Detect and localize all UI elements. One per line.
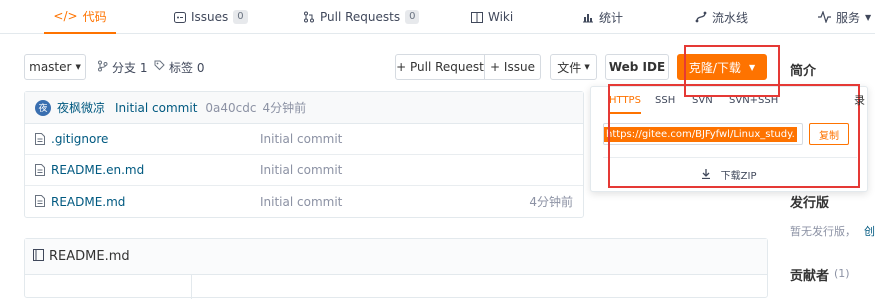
- contributors-count: (1): [834, 267, 850, 280]
- wiki-icon: [470, 11, 483, 24]
- commit-time: 4分钟前: [262, 101, 307, 115]
- branches-link[interactable]: 分支 1: [97, 54, 147, 80]
- latest-commit-bar: 夜 夜枫微凉 Initial commit 0a40cdc 4分钟前: [25, 92, 583, 124]
- file-name[interactable]: README.md: [51, 195, 125, 209]
- sidebar-no-release: 暂无发行版，: [790, 225, 856, 238]
- file-commit-message[interactable]: Initial commit: [260, 132, 342, 146]
- file-menu-label: 文件: [557, 60, 582, 75]
- caret-down-icon: ▼: [584, 63, 590, 71]
- file-name[interactable]: README.en.md: [51, 163, 144, 177]
- tab-pipeline[interactable]: 流水线: [694, 0, 748, 34]
- commit-message[interactable]: Initial commit: [115, 101, 197, 115]
- sidebar-contributors-title: 贡献者: [790, 269, 830, 284]
- pipeline-icon: [694, 11, 707, 24]
- branch-select[interactable]: master ▼: [24, 54, 86, 80]
- pulse-icon: [818, 11, 831, 24]
- tab-service-label: 服务: [836, 10, 861, 25]
- file-list: 夜 夜枫微凉 Initial commit 0a40cdc 4分钟前 .giti…: [24, 91, 584, 218]
- tab-code[interactable]: </> 代码: [44, 0, 116, 34]
- tab-issues-label: Issues: [191, 10, 229, 24]
- file-name[interactable]: .gitignore: [51, 132, 108, 146]
- create-release-link[interactable]: 创: [864, 223, 875, 239]
- issues-count: 0: [233, 10, 248, 24]
- repo-nav: </> 代码 Issues 0 Pull Requests 0 Wiki 统计 …: [0, 0, 875, 34]
- code-icon: </>: [53, 9, 78, 23]
- highlight-box-url: [608, 84, 860, 188]
- file-icon: [35, 164, 45, 179]
- tab-stats-label: 统计: [599, 10, 624, 25]
- avatar: 夜: [35, 99, 51, 116]
- tags-label: 标签 0: [169, 60, 205, 75]
- pull-request-icon: [302, 11, 315, 24]
- file-time: 4分钟前: [529, 195, 573, 209]
- tab-wiki[interactable]: Wiki: [470, 0, 513, 34]
- commit-hash[interactable]: 0a40cdc: [205, 101, 256, 115]
- chevron-down-icon: ▼: [865, 12, 872, 22]
- tag-icon: [154, 60, 165, 74]
- readme-divider: [191, 275, 192, 299]
- readme-header: README.md: [25, 239, 767, 275]
- new-issue-button[interactable]: + Issue: [484, 54, 541, 80]
- tab-service[interactable]: 服务 ▼: [818, 0, 871, 34]
- tab-wiki-label: Wiki: [488, 10, 514, 24]
- branch-icon: [97, 60, 108, 75]
- tab-pr-label: Pull Requests: [320, 10, 401, 24]
- tab-code-label: 代码: [82, 9, 107, 24]
- tags-link[interactable]: 标签 0: [154, 54, 204, 80]
- pr-count: 0: [405, 10, 420, 24]
- tab-stats[interactable]: 统计: [581, 0, 623, 34]
- tab-issues[interactable]: Issues 0: [173, 0, 248, 34]
- table-row[interactable]: README.en.md Initial commit: [25, 155, 583, 186]
- commit-author[interactable]: 夜枫微凉: [57, 99, 105, 116]
- branches-label: 分支 1: [112, 60, 148, 75]
- file-commit-message[interactable]: Initial commit: [260, 163, 342, 177]
- web-ide-button[interactable]: Web IDE: [605, 54, 669, 80]
- file-icon: [35, 195, 45, 210]
- file-commit-message[interactable]: Initial commit: [260, 195, 342, 209]
- issues-icon: [173, 11, 186, 24]
- sidebar-releases-title: 发行版: [790, 196, 830, 211]
- table-row[interactable]: README.md Initial commit 4分钟前: [25, 186, 583, 217]
- file-icon: [35, 133, 45, 148]
- tab-pull-requests[interactable]: Pull Requests 0: [302, 0, 420, 34]
- caret-down-icon: ▼: [75, 63, 81, 71]
- new-pull-request-button[interactable]: + Pull Request: [395, 54, 485, 80]
- table-row[interactable]: .gitignore Initial commit: [25, 124, 583, 155]
- readme-panel: README.md: [24, 238, 768, 299]
- bar-chart-icon: [581, 11, 594, 24]
- book-icon: [33, 248, 44, 265]
- readme-title: README.md: [49, 249, 130, 264]
- sidebar-clipped-text: 录: [854, 94, 865, 107]
- tab-pipeline-label: 流水线: [712, 10, 749, 25]
- sidebar-intro-title: 简介: [790, 64, 817, 79]
- file-menu-button[interactable]: 文件 ▼: [550, 54, 597, 80]
- branch-select-label: master: [29, 60, 72, 74]
